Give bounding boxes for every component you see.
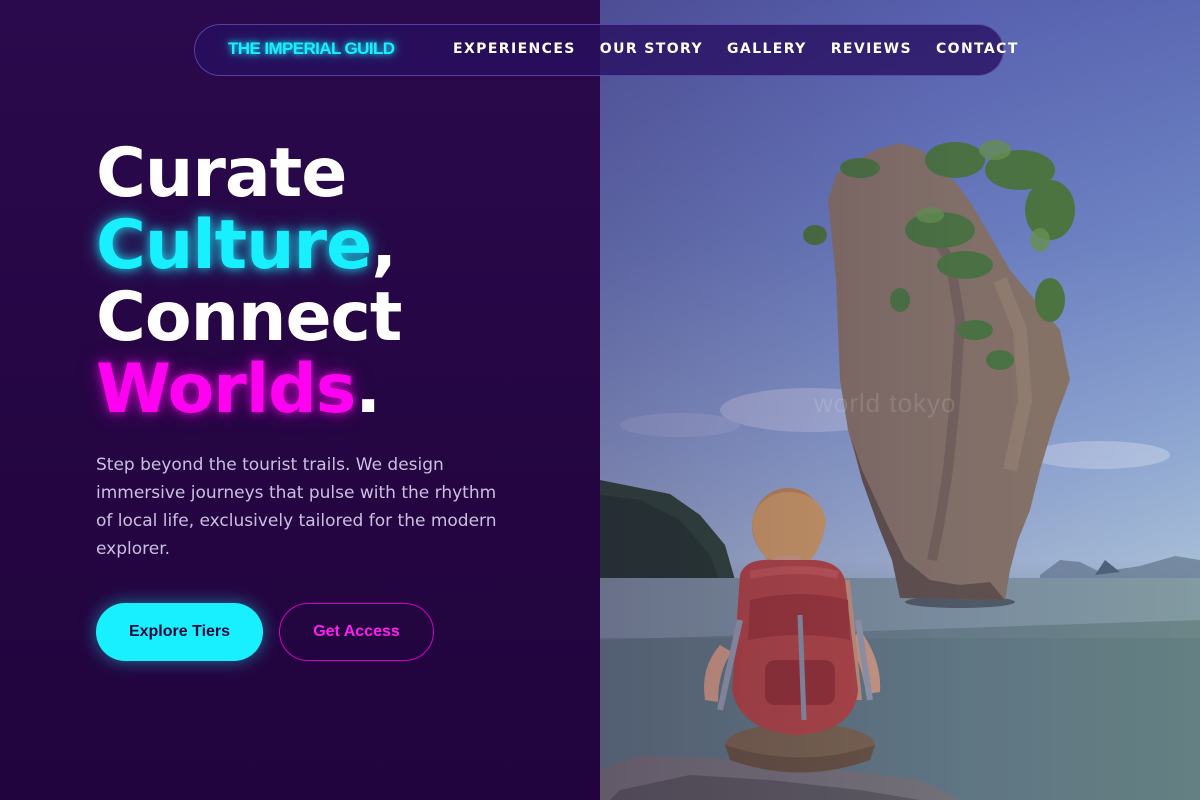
headline-line-3: Connect (96, 282, 402, 354)
photo-watermark: world tokyo (814, 388, 957, 418)
headline-line-4: Worlds. (96, 354, 401, 426)
explore-tiers-button[interactable]: Explore Tiers (96, 603, 263, 661)
hero-lead-text: Step beyond the tourist trails. We desig… (96, 455, 497, 559)
get-access-button[interactable]: Get Access (279, 603, 434, 661)
headline-line-2: Culture, (96, 210, 401, 282)
headline-word-worlds: Worlds (96, 350, 356, 429)
hero-photo: world tokyo (600, 0, 1200, 800)
hero-headline: Curate Culture, Connect Worlds. (96, 138, 402, 426)
headline-word-culture: Culture (96, 206, 372, 285)
nav-link-reviews[interactable]: REVIEWS (831, 41, 912, 57)
nav-link-our-story[interactable]: OUR STORY (600, 41, 703, 57)
nav-links: EXPERIENCES OUR STORY GALLERY REVIEWS CO… (453, 41, 1019, 57)
headline-comma: , (371, 206, 397, 285)
top-navigation: THE IMPERIAL GUILD EXPERIENCES OUR STORY… (194, 24, 1017, 76)
nav-link-experiences[interactable]: EXPERIENCES (453, 41, 576, 57)
headline-period: . (355, 350, 381, 429)
headline-word-connect: Connect (96, 278, 402, 357)
nav-link-contact[interactable]: CONTACT (936, 41, 1019, 57)
headline-word-curate: Curate (96, 134, 347, 213)
brand-logo[interactable]: THE IMPERIAL GUILD (228, 39, 395, 59)
headline-line-1: Curate (96, 138, 401, 210)
nav-link-gallery[interactable]: GALLERY (727, 41, 807, 57)
